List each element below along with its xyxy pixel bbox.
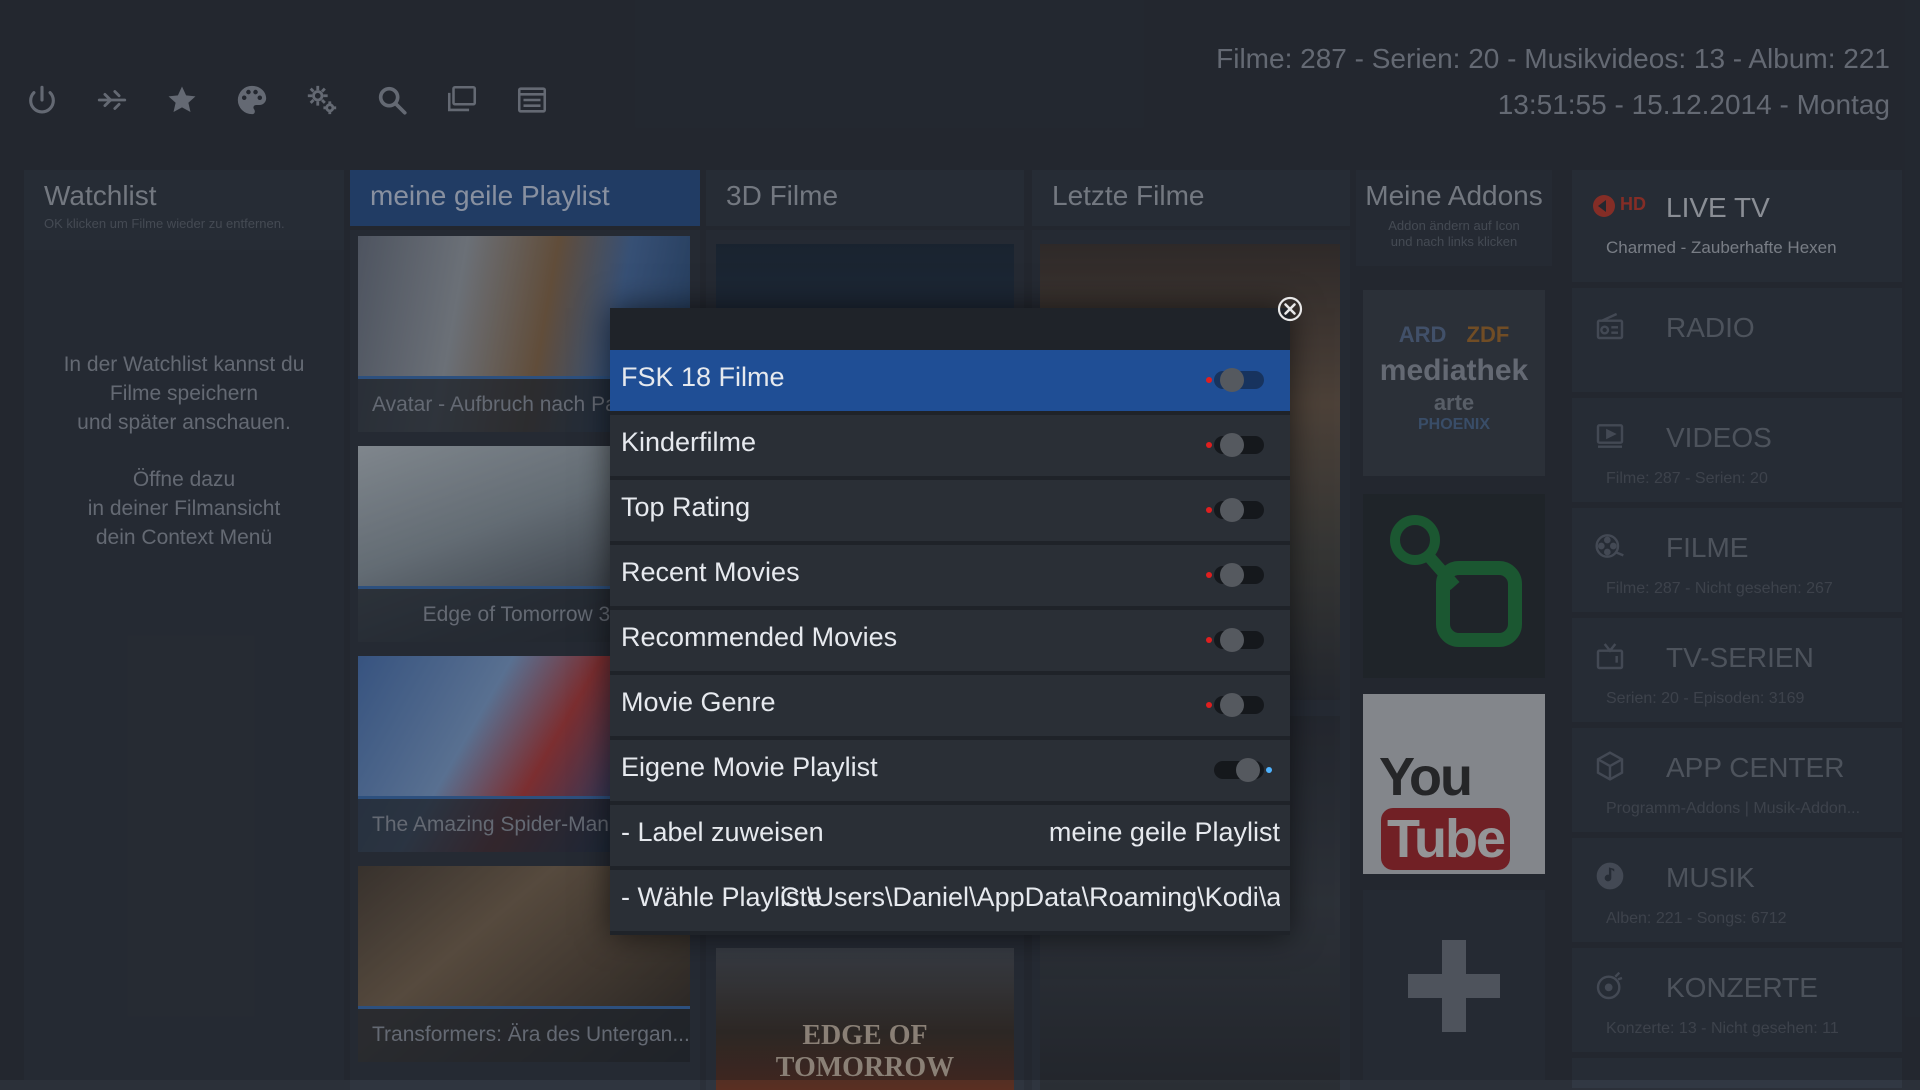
dialog-option-top-rating[interactable]: Top Rating [610,480,1290,541]
toggle-off-indicator [1206,507,1212,513]
dialog-option-recent-movies[interactable]: Recent Movies [610,545,1290,606]
toggle-knob [1220,563,1244,587]
toggle-switch[interactable] [1206,693,1272,717]
toggle-off-indicator [1206,377,1212,383]
toggle-switch[interactable] [1206,368,1272,392]
option-label: Top Rating [621,492,751,522]
option-label: - Label zuweisen [621,817,824,847]
toggle-switch[interactable] [1206,433,1272,457]
dialog-option-movie-genre[interactable]: Movie Genre [610,675,1290,736]
option-label: Kinderfilme [621,427,757,457]
toggle-knob [1220,433,1244,457]
close-icon[interactable] [1277,296,1303,322]
toggle-switch[interactable] [1206,563,1272,587]
dialog-option-waehle-playliste[interactable]: - Wähle Playliste C:\Users\Daniel\AppDat… [610,870,1290,931]
option-label: FSK 18 Filme [621,362,785,392]
toggle-off-indicator [1206,572,1212,578]
option-value: meine geile Playlist [1048,817,1280,847]
dialog-option-eigene-playlist[interactable]: Eigene Movie Playlist [610,740,1290,801]
dialog-option-recommended-movies[interactable]: Recommended Movies [610,610,1290,671]
toggle-knob [1220,628,1244,652]
dialog-option-fsk18[interactable]: FSK 18 Filme [610,350,1290,411]
toggle-off-indicator [1206,442,1212,448]
option-value: C:\Users\Daniel\AppData\Roaming\Kodi\add… [780,882,1280,912]
toggle-off-indicator [1206,702,1212,708]
toggle-knob [1236,758,1260,782]
option-label: Movie Genre [621,687,776,717]
toggle-knob [1220,498,1244,522]
option-label: Recommended Movies [621,622,898,652]
settings-dialog: FSK 18 Filme Kinderfilme Top Rating Rece… [610,308,1290,935]
option-label: Eigene Movie Playlist [621,752,878,782]
toggle-switch[interactable] [1206,498,1272,522]
dialog-option-label-zuweisen[interactable]: - Label zuweisen meine geile Playlist [610,805,1290,866]
toggle-knob [1220,368,1244,392]
toggle-knob [1220,693,1244,717]
toggle-switch[interactable] [1206,758,1272,782]
toggle-off-indicator [1206,637,1212,643]
toggle-on-indicator [1266,767,1272,773]
dialog-option-kinderfilme[interactable]: Kinderfilme [610,415,1290,476]
toggle-switch[interactable] [1206,628,1272,652]
option-label: Recent Movies [621,557,800,587]
